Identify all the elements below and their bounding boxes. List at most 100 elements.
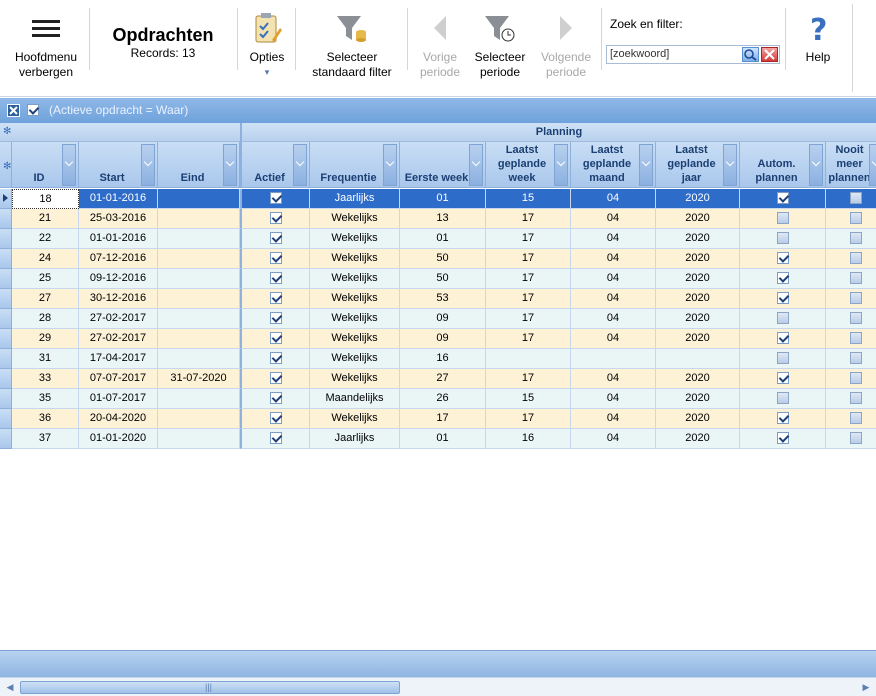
table-row[interactable]: 18 01-01-2016 Jaarlijks 01 15 04 2020: [0, 189, 876, 209]
cell-autom-plannen[interactable]: [740, 289, 826, 309]
cell-laatst-jaar[interactable]: 2020: [656, 189, 740, 209]
select-standard-filter-button[interactable]: Selecteer standaard filter: [303, 6, 401, 80]
actief-checkbox[interactable]: [269, 392, 282, 405]
cell-frequentie[interactable]: Wekelijks: [310, 309, 400, 329]
cell-laatst-jaar[interactable]: 2020: [656, 289, 740, 309]
autom-plannen-checkbox[interactable]: [776, 432, 789, 445]
scroll-right-icon[interactable]: ▶: [859, 681, 873, 694]
cell-actief[interactable]: [240, 349, 310, 369]
cell-laatst-week[interactable]: 17: [486, 289, 571, 309]
actief-checkbox[interactable]: [269, 192, 282, 205]
cell-actief[interactable]: [240, 249, 310, 269]
cell-laatst-maand[interactable]: 04: [571, 389, 656, 409]
help-button[interactable]: ? Help: [796, 6, 840, 65]
row-selector[interactable]: [0, 289, 12, 309]
cell-eerste-week[interactable]: 16: [400, 349, 486, 369]
cell-nooit-plannen[interactable]: [826, 269, 876, 289]
cell-nooit-plannen[interactable]: [826, 369, 876, 389]
cell-id[interactable]: 22: [12, 229, 79, 249]
column-filter-dropdown-icon[interactable]: [223, 144, 237, 186]
table-row[interactable]: 24 07-12-2016 Wekelijks 50 17 04 2020: [0, 249, 876, 269]
cell-eerste-week[interactable]: 50: [400, 249, 486, 269]
cell-start[interactable]: 07-07-2017: [79, 369, 158, 389]
cell-autom-plannen[interactable]: [740, 349, 826, 369]
table-row[interactable]: 25 09-12-2016 Wekelijks 50 17 04 2020: [0, 269, 876, 289]
actief-checkbox[interactable]: [269, 432, 282, 445]
cell-autom-plannen[interactable]: [740, 389, 826, 409]
cell-autom-plannen[interactable]: [740, 369, 826, 389]
cell-actief[interactable]: [240, 229, 310, 249]
cell-eerste-week[interactable]: 09: [400, 309, 486, 329]
cell-autom-plannen[interactable]: [740, 329, 826, 349]
actief-checkbox[interactable]: [269, 352, 282, 365]
cell-eerste-week[interactable]: 50: [400, 269, 486, 289]
previous-period-button[interactable]: Vorige periode: [414, 6, 466, 80]
cell-start[interactable]: 25-03-2016: [79, 209, 158, 229]
next-period-button[interactable]: Volgende periode: [536, 6, 596, 80]
column-header-id[interactable]: ID: [12, 142, 79, 188]
cell-id[interactable]: 24: [12, 249, 79, 269]
cell-eind[interactable]: 31-07-2020: [158, 369, 240, 389]
autom-plannen-checkbox[interactable]: [776, 332, 789, 345]
column-filter-dropdown-icon[interactable]: [62, 144, 76, 186]
cell-eerste-week[interactable]: 01: [400, 189, 486, 209]
cell-eerste-week[interactable]: 17: [400, 409, 486, 429]
column-filter-dropdown-icon[interactable]: [723, 144, 737, 186]
cell-frequentie[interactable]: Jaarlijks: [310, 429, 400, 449]
cell-id[interactable]: 18: [12, 189, 79, 209]
autom-plannen-checkbox[interactable]: [776, 212, 789, 225]
clear-search-icon[interactable]: [761, 47, 778, 62]
options-button[interactable]: Opties ▾: [244, 6, 290, 80]
cell-eerste-week[interactable]: 09: [400, 329, 486, 349]
cell-id[interactable]: 27: [12, 289, 79, 309]
cell-start[interactable]: 17-04-2017: [79, 349, 158, 369]
cell-nooit-plannen[interactable]: [826, 329, 876, 349]
column-filter-dropdown-icon[interactable]: [639, 144, 653, 186]
column-header-eerste-week[interactable]: Eerste week: [400, 142, 486, 188]
cell-laatst-week[interactable]: [486, 349, 571, 369]
row-selector[interactable]: [0, 189, 12, 209]
cell-laatst-maand[interactable]: 04: [571, 409, 656, 429]
cell-laatst-jaar[interactable]: 2020: [656, 269, 740, 289]
cell-start[interactable]: 09-12-2016: [79, 269, 158, 289]
cell-start[interactable]: 30-12-2016: [79, 289, 158, 309]
cell-laatst-maand[interactable]: 04: [571, 369, 656, 389]
filter-enabled-checkbox[interactable]: [27, 104, 39, 116]
cell-actief[interactable]: [240, 429, 310, 449]
actief-checkbox[interactable]: [269, 232, 282, 245]
cell-autom-plannen[interactable]: [740, 229, 826, 249]
filter-expression[interactable]: (Actieve opdracht = Waar): [49, 103, 188, 117]
cell-frequentie[interactable]: Wekelijks: [310, 289, 400, 309]
cell-laatst-week[interactable]: 15: [486, 189, 571, 209]
row-selector[interactable]: [0, 329, 12, 349]
cell-nooit-plannen[interactable]: [826, 389, 876, 409]
table-row[interactable]: 33 07-07-2017 31-07-2020 Wekelijks 27 17 04 202…: [0, 369, 876, 389]
nooit-plannen-checkbox[interactable]: [849, 272, 862, 285]
column-header-start[interactable]: Start: [79, 142, 158, 188]
cell-frequentie[interactable]: Wekelijks: [310, 229, 400, 249]
cell-autom-plannen[interactable]: [740, 189, 826, 209]
nooit-plannen-checkbox[interactable]: [849, 332, 862, 345]
row-selector[interactable]: [0, 229, 12, 249]
cell-id[interactable]: 21: [12, 209, 79, 229]
cell-laatst-maand[interactable]: 04: [571, 329, 656, 349]
cell-actief[interactable]: [240, 209, 310, 229]
cell-id[interactable]: 33: [12, 369, 79, 389]
cell-frequentie[interactable]: Wekelijks: [310, 409, 400, 429]
cell-laatst-week[interactable]: 17: [486, 229, 571, 249]
cell-eerste-week[interactable]: 13: [400, 209, 486, 229]
cell-autom-plannen[interactable]: [740, 309, 826, 329]
cell-frequentie[interactable]: Wekelijks: [310, 329, 400, 349]
cell-actief[interactable]: [240, 289, 310, 309]
hide-menu-button[interactable]: Hoofdmenu verbergen: [8, 6, 84, 80]
nooit-plannen-checkbox[interactable]: [849, 432, 862, 445]
column-header-actief[interactable]: Actief: [240, 142, 310, 188]
cell-eerste-week[interactable]: 26: [400, 389, 486, 409]
cell-id[interactable]: 29: [12, 329, 79, 349]
cell-start[interactable]: 01-01-2016: [79, 229, 158, 249]
cell-laatst-week[interactable]: 17: [486, 249, 571, 269]
cell-actief[interactable]: [240, 369, 310, 389]
cell-laatst-week[interactable]: 17: [486, 409, 571, 429]
table-row[interactable]: 29 27-02-2017 Wekelijks 09 17 04 2020: [0, 329, 876, 349]
cell-frequentie[interactable]: Jaarlijks: [310, 189, 400, 209]
